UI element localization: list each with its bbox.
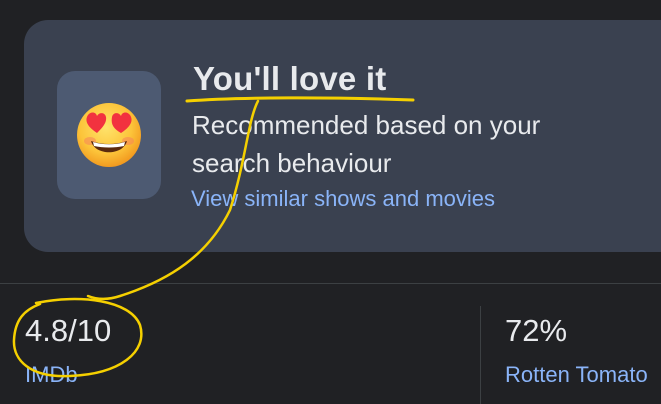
emoji-tile bbox=[57, 71, 161, 199]
rotten-tomatoes-score: 72% bbox=[505, 313, 568, 348]
heart-eyes-emoji-icon bbox=[77, 103, 141, 167]
imdb-link[interactable]: IMDb bbox=[25, 362, 78, 388]
recommendation-subtitle: Recommended based on your search behavio… bbox=[192, 110, 541, 178]
imdb-score: 4.8/10 bbox=[25, 313, 112, 348]
ratings-divider bbox=[480, 306, 481, 404]
rotten-tomatoes-link[interactable]: Rotten Tomato bbox=[505, 362, 648, 388]
page: You'll love it Recommended based on your… bbox=[0, 0, 661, 404]
view-similar-link[interactable]: View similar shows and movies bbox=[191, 186, 495, 212]
section-divider bbox=[0, 283, 661, 284]
recommendation-card[interactable]: You'll love it Recommended based on your… bbox=[24, 20, 661, 252]
recommendation-title: You'll love it bbox=[193, 60, 387, 97]
